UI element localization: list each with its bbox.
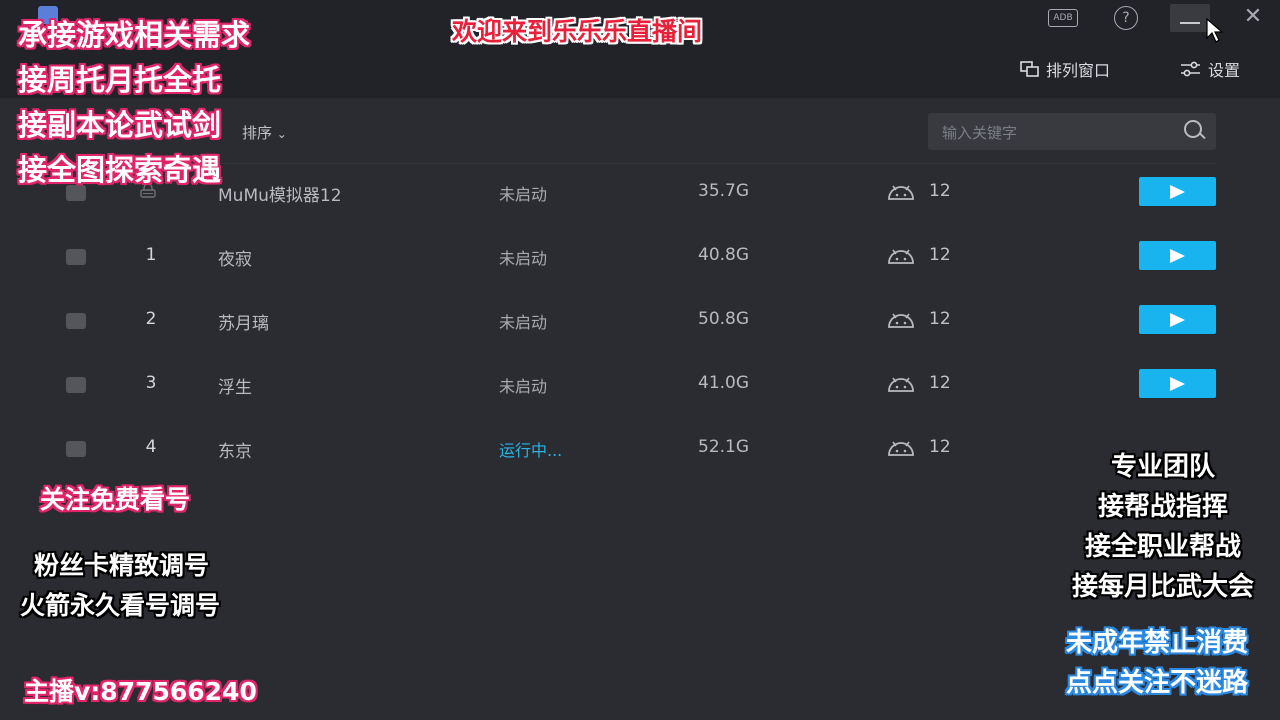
row-checkbox[interactable]: [66, 441, 86, 457]
table-row: 1 夜寂 未启动 40.8G 12: [0, 228, 1280, 292]
minimize-icon: [1180, 22, 1200, 24]
android-icon: [888, 249, 914, 264]
launch-button[interactable]: [1139, 369, 1216, 398]
overlay-fans-line: 粉丝卡精致调号: [34, 551, 210, 580]
android-version: 12: [929, 245, 951, 265]
search-icon[interactable]: [1184, 120, 1202, 138]
overlay-right-line: 专业团队: [1110, 452, 1215, 482]
instance-status: 未启动: [499, 185, 548, 204]
instance-status: 运行中...: [499, 441, 563, 460]
instance-name: 东京: [218, 442, 252, 462]
android-icon: [888, 377, 914, 392]
settings-sliders-icon: [1181, 61, 1200, 77]
android-icon: [888, 441, 914, 456]
instance-status: 未启动: [499, 249, 548, 268]
mouse-cursor-icon: [1206, 18, 1224, 43]
table-row: 3 浮生 未启动 41.0G 12: [0, 356, 1280, 420]
search-box[interactable]: [928, 113, 1216, 152]
minimize-button[interactable]: [1170, 4, 1210, 32]
overlay-left-line: 接副本论武试剑: [18, 108, 222, 142]
arrange-icon: [1020, 61, 1039, 77]
help-icon[interactable]: ?: [1114, 6, 1138, 30]
android-version: 12: [929, 309, 951, 329]
overlay-warning-line: 点点关注不迷路: [1066, 668, 1249, 698]
android-icon: [888, 185, 914, 200]
instance-index: 1: [145, 245, 157, 265]
instance-name: MuMu模拟器12: [218, 186, 342, 206]
instance-size: 41.0G: [698, 373, 750, 393]
instance-size: 52.1G: [698, 437, 750, 457]
android-version: 12: [929, 181, 951, 201]
adb-icon[interactable]: ADB: [1048, 9, 1078, 27]
instance-name: 夜寂: [218, 250, 252, 270]
overlay-host-id: 主播v:877566240: [24, 677, 257, 706]
overlay-left-line: 接全图探索奇遇: [18, 153, 222, 187]
instance-status: 未启动: [499, 313, 548, 332]
overlay-right-line: 接帮战指挥: [1097, 492, 1228, 522]
row-checkbox[interactable]: [66, 313, 86, 329]
overlay-welcome: 欢迎来到乐乐乐直播间: [452, 17, 703, 46]
android-version: 12: [929, 437, 951, 457]
sort-dropdown[interactable]: 排序 ⌄: [242, 122, 287, 143]
overlay-left-line: 承接游戏相关需求: [18, 18, 251, 52]
instance-name: 苏月璃: [218, 314, 269, 334]
overlay-left-line: 接周托月托全托: [18, 63, 222, 97]
android-version: 12: [929, 373, 951, 393]
row-checkbox[interactable]: [66, 249, 86, 265]
instance-size: 40.8G: [698, 245, 750, 265]
close-button[interactable]: ✕: [1240, 4, 1266, 30]
overlay-right-line: 接每月比武大会: [1071, 572, 1254, 602]
settings-button[interactable]: 设置: [1180, 57, 1240, 81]
overlay-follow: 关注免费看号: [40, 485, 191, 514]
chevron-down-icon: ⌄: [276, 127, 287, 141]
android-icon: [888, 313, 914, 328]
search-input[interactable]: [940, 113, 1164, 152]
sort-label: 排序: [242, 124, 273, 142]
launch-button[interactable]: [1139, 241, 1216, 270]
table-row: 2 苏月璃 未启动 50.8G 12: [0, 292, 1280, 356]
instance-index: 3: [145, 373, 157, 393]
overlay-fans-line: 火箭永久看号调号: [20, 591, 221, 620]
row-checkbox[interactable]: [66, 377, 86, 393]
instance-size: 50.8G: [698, 309, 750, 329]
launch-button[interactable]: [1139, 305, 1216, 334]
arrange-windows-button[interactable]: 排列窗口: [1020, 57, 1110, 81]
arrange-label: 排列窗口: [1046, 61, 1111, 80]
instance-name: 浮生: [218, 378, 252, 398]
overlay-warning-line: 未成年禁止消费: [1066, 628, 1249, 658]
overlay-right-line: 接全职业帮战: [1084, 532, 1241, 562]
instance-index: 4: [145, 437, 157, 457]
settings-label: 设置: [1208, 61, 1241, 80]
launch-button[interactable]: [1139, 177, 1216, 206]
instance-index: 2: [145, 309, 157, 329]
instance-status: 未启动: [499, 377, 548, 396]
instance-size: 35.7G: [698, 181, 750, 201]
